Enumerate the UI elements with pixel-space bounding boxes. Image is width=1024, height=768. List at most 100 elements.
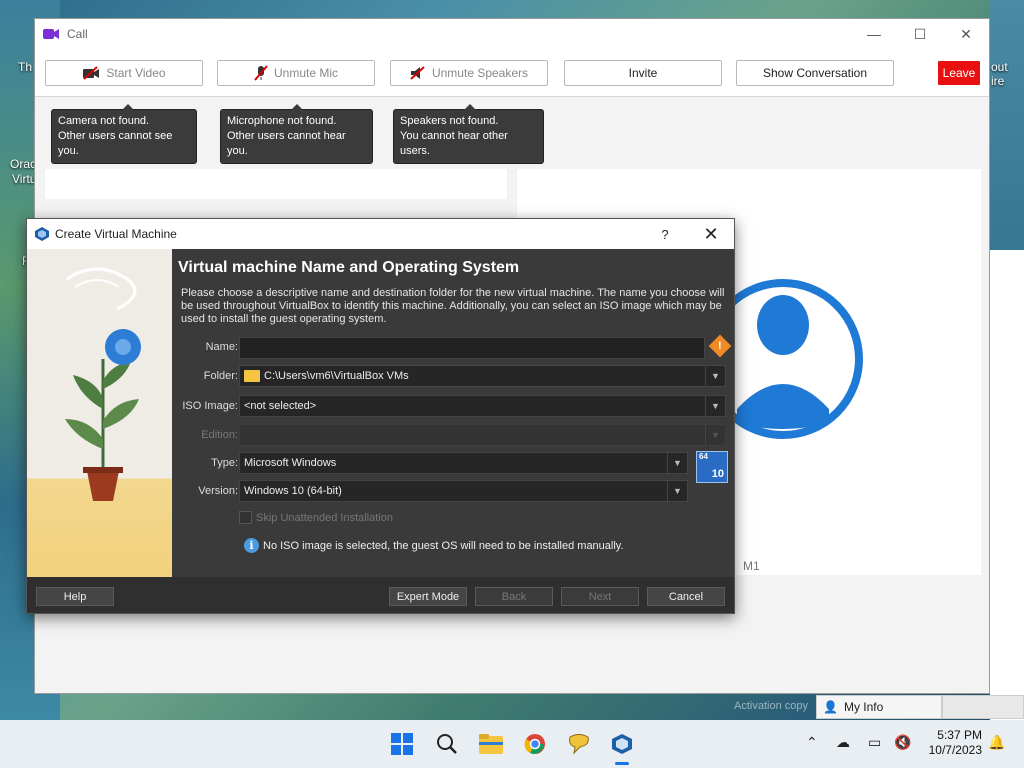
version-value: Windows 10 (64-bit) (244, 485, 342, 497)
invite-button[interactable]: Invite (564, 60, 722, 86)
close-button[interactable]: ✕ (943, 19, 989, 49)
iso-label: ISO Image: (182, 400, 238, 412)
speakers-tooltip: Speakers not found. You cannot hear othe… (393, 104, 544, 164)
unmute-speakers-button[interactable]: Unmute Speakers (390, 60, 548, 86)
dialog-title: Create Virtual Machine (55, 227, 177, 241)
chevron-up-icon[interactable]: ⌃ (806, 734, 818, 751)
folder-combo[interactable]: C:\Users\vm6\VirtualBox VMs ▼ (239, 365, 726, 387)
video-camera-icon (43, 29, 59, 39)
call-titlebar: Call — ☐ ✕ (35, 19, 989, 49)
os-bits: 64 (699, 452, 708, 461)
close-icon[interactable]: ✕ (688, 224, 734, 245)
chrome-icon[interactable] (519, 728, 551, 760)
info-message: i No ISO image is selected, the guest OS… (244, 538, 624, 553)
back-button: Back (475, 587, 553, 606)
unmute-mic-button[interactable]: Unmute Mic (217, 60, 375, 86)
page-heading: Virtual machine Name and Operating Syste… (178, 259, 520, 276)
leave-button[interactable]: Leave (938, 61, 980, 85)
version-label: Version: (198, 485, 238, 497)
virtualbox-taskbar-icon[interactable] (606, 728, 638, 765)
minimize-button[interactable]: — (851, 19, 897, 49)
call-toolbar: Start Video Unmute Mic Unmute Speakers I… (35, 49, 989, 97)
unmute-speakers-label: Unmute Speakers (431, 66, 529, 80)
folder-value: C:\Users\vm6\VirtualBox VMs (264, 370, 409, 382)
network-icon[interactable]: ▭ (868, 734, 881, 751)
user-icon: 👤 (823, 700, 838, 714)
tooltip-line: Other users cannot hear you. (227, 130, 346, 157)
cancel-button[interactable]: Cancel (647, 587, 725, 606)
unmute-mic-label: Unmute Mic (273, 66, 338, 80)
camera-tooltip: Camera not found. Other users cannot see… (51, 104, 197, 164)
taskbar: ⌃ ☁ ▭ 🔇 5:37 PM 10/7/2023 🔔 (0, 720, 1024, 768)
my-info-label: My Info (843, 700, 884, 714)
edition-label: Edition: (201, 429, 238, 441)
type-combo[interactable]: Microsoft Windows ▼ (239, 452, 688, 474)
chat-icon[interactable] (563, 728, 595, 760)
wizard-page: Virtual machine Name and Operating Syste… (172, 249, 734, 577)
page-description: Please choose a descriptive name and des… (181, 287, 725, 325)
iso-value: <not selected> (244, 400, 317, 412)
folder-icon (244, 370, 260, 382)
desktop-icon-label[interactable]: out (991, 60, 1008, 74)
virtualbox-icon (35, 227, 49, 241)
version-combo[interactable]: Windows 10 (64-bit) ▼ (239, 480, 688, 502)
active-indicator (615, 762, 629, 765)
notification-bell-icon[interactable]: 🔔 (988, 734, 1005, 751)
clock-time: 5:37 PM (937, 728, 982, 742)
wizard-illustration (27, 249, 172, 577)
expert-mode-button[interactable]: Expert Mode (389, 587, 467, 606)
mic-off-icon (254, 65, 268, 81)
clock-date: 10/7/2023 (928, 743, 982, 757)
os-type-icon: 64 10 (696, 451, 728, 483)
desktop-icon-label[interactable]: Th (18, 60, 32, 74)
tooltip-line: Camera not found. (58, 115, 150, 127)
help-button[interactable]: Help (36, 587, 114, 606)
volume-muted-icon[interactable]: 🔇 (894, 734, 911, 751)
desktop-icon-label[interactable]: Virtu (12, 172, 36, 186)
dialog-titlebar: Create Virtual Machine ? ✕ (27, 219, 734, 249)
file-explorer-icon[interactable] (475, 728, 507, 760)
status-icons (942, 695, 1024, 719)
skip-unattended-checkbox: Skip Unattended Installation (239, 511, 393, 524)
microphone-tooltip: Microphone not found. Other users cannot… (220, 104, 373, 164)
name-field[interactable] (239, 337, 705, 359)
desktop-icon-label[interactable]: ire (991, 74, 1004, 88)
chevron-down-icon[interactable]: ▼ (667, 481, 687, 501)
show-conversation-button[interactable]: Show Conversation (736, 60, 894, 86)
info-icon: i (244, 538, 259, 553)
help-icon[interactable]: ? (642, 227, 688, 242)
call-window-title: Call (67, 27, 88, 41)
iso-combo[interactable]: <not selected> ▼ (239, 395, 726, 417)
speaker-off-icon (410, 66, 425, 80)
tooltip-line: Other users cannot see you. (58, 130, 173, 157)
maximize-button[interactable]: ☐ (897, 19, 943, 49)
tooltip-line: Speakers not found. (400, 115, 499, 127)
start-video-button[interactable]: Start Video (45, 60, 203, 86)
info-text: No ISO image is selected, the guest OS w… (263, 539, 624, 552)
chevron-down-icon[interactable]: ▼ (705, 396, 725, 416)
chevron-down-icon[interactable]: ▼ (667, 453, 687, 473)
cloud-icon[interactable]: ☁ (836, 734, 850, 751)
chevron-down-icon[interactable]: ▼ (705, 366, 725, 386)
tooltip-line: Microphone not found. (227, 115, 337, 127)
next-button: Next (561, 587, 639, 606)
edition-combo: ▼ (239, 424, 726, 446)
my-info-button[interactable]: 👤 My Info (816, 695, 942, 719)
type-value: Microsoft Windows (244, 457, 337, 469)
windows-start-icon[interactable] (386, 728, 418, 760)
chevron-down-icon: ▼ (705, 425, 725, 445)
os-version: 10 (711, 468, 724, 480)
background-window-edge (990, 250, 1024, 750)
local-video-panel (45, 169, 507, 199)
create-vm-dialog: Create Virtual Machine ? ✕ Virtual machi… (26, 218, 735, 614)
warning-icon: ! (708, 334, 732, 358)
folder-label: Folder: (203, 370, 238, 382)
desktop-icon-label[interactable]: Orac (10, 157, 36, 171)
watermark-text: Activation copy (734, 700, 808, 712)
skip-unattended-label: Skip Unattended Installation (256, 511, 393, 524)
system-clock[interactable]: 5:37 PM 10/7/2023 (922, 728, 982, 758)
video-off-icon (83, 66, 100, 80)
search-icon[interactable] (431, 728, 463, 760)
tooltip-line: You cannot hear other users. (400, 130, 508, 157)
checkbox-box (239, 511, 252, 524)
